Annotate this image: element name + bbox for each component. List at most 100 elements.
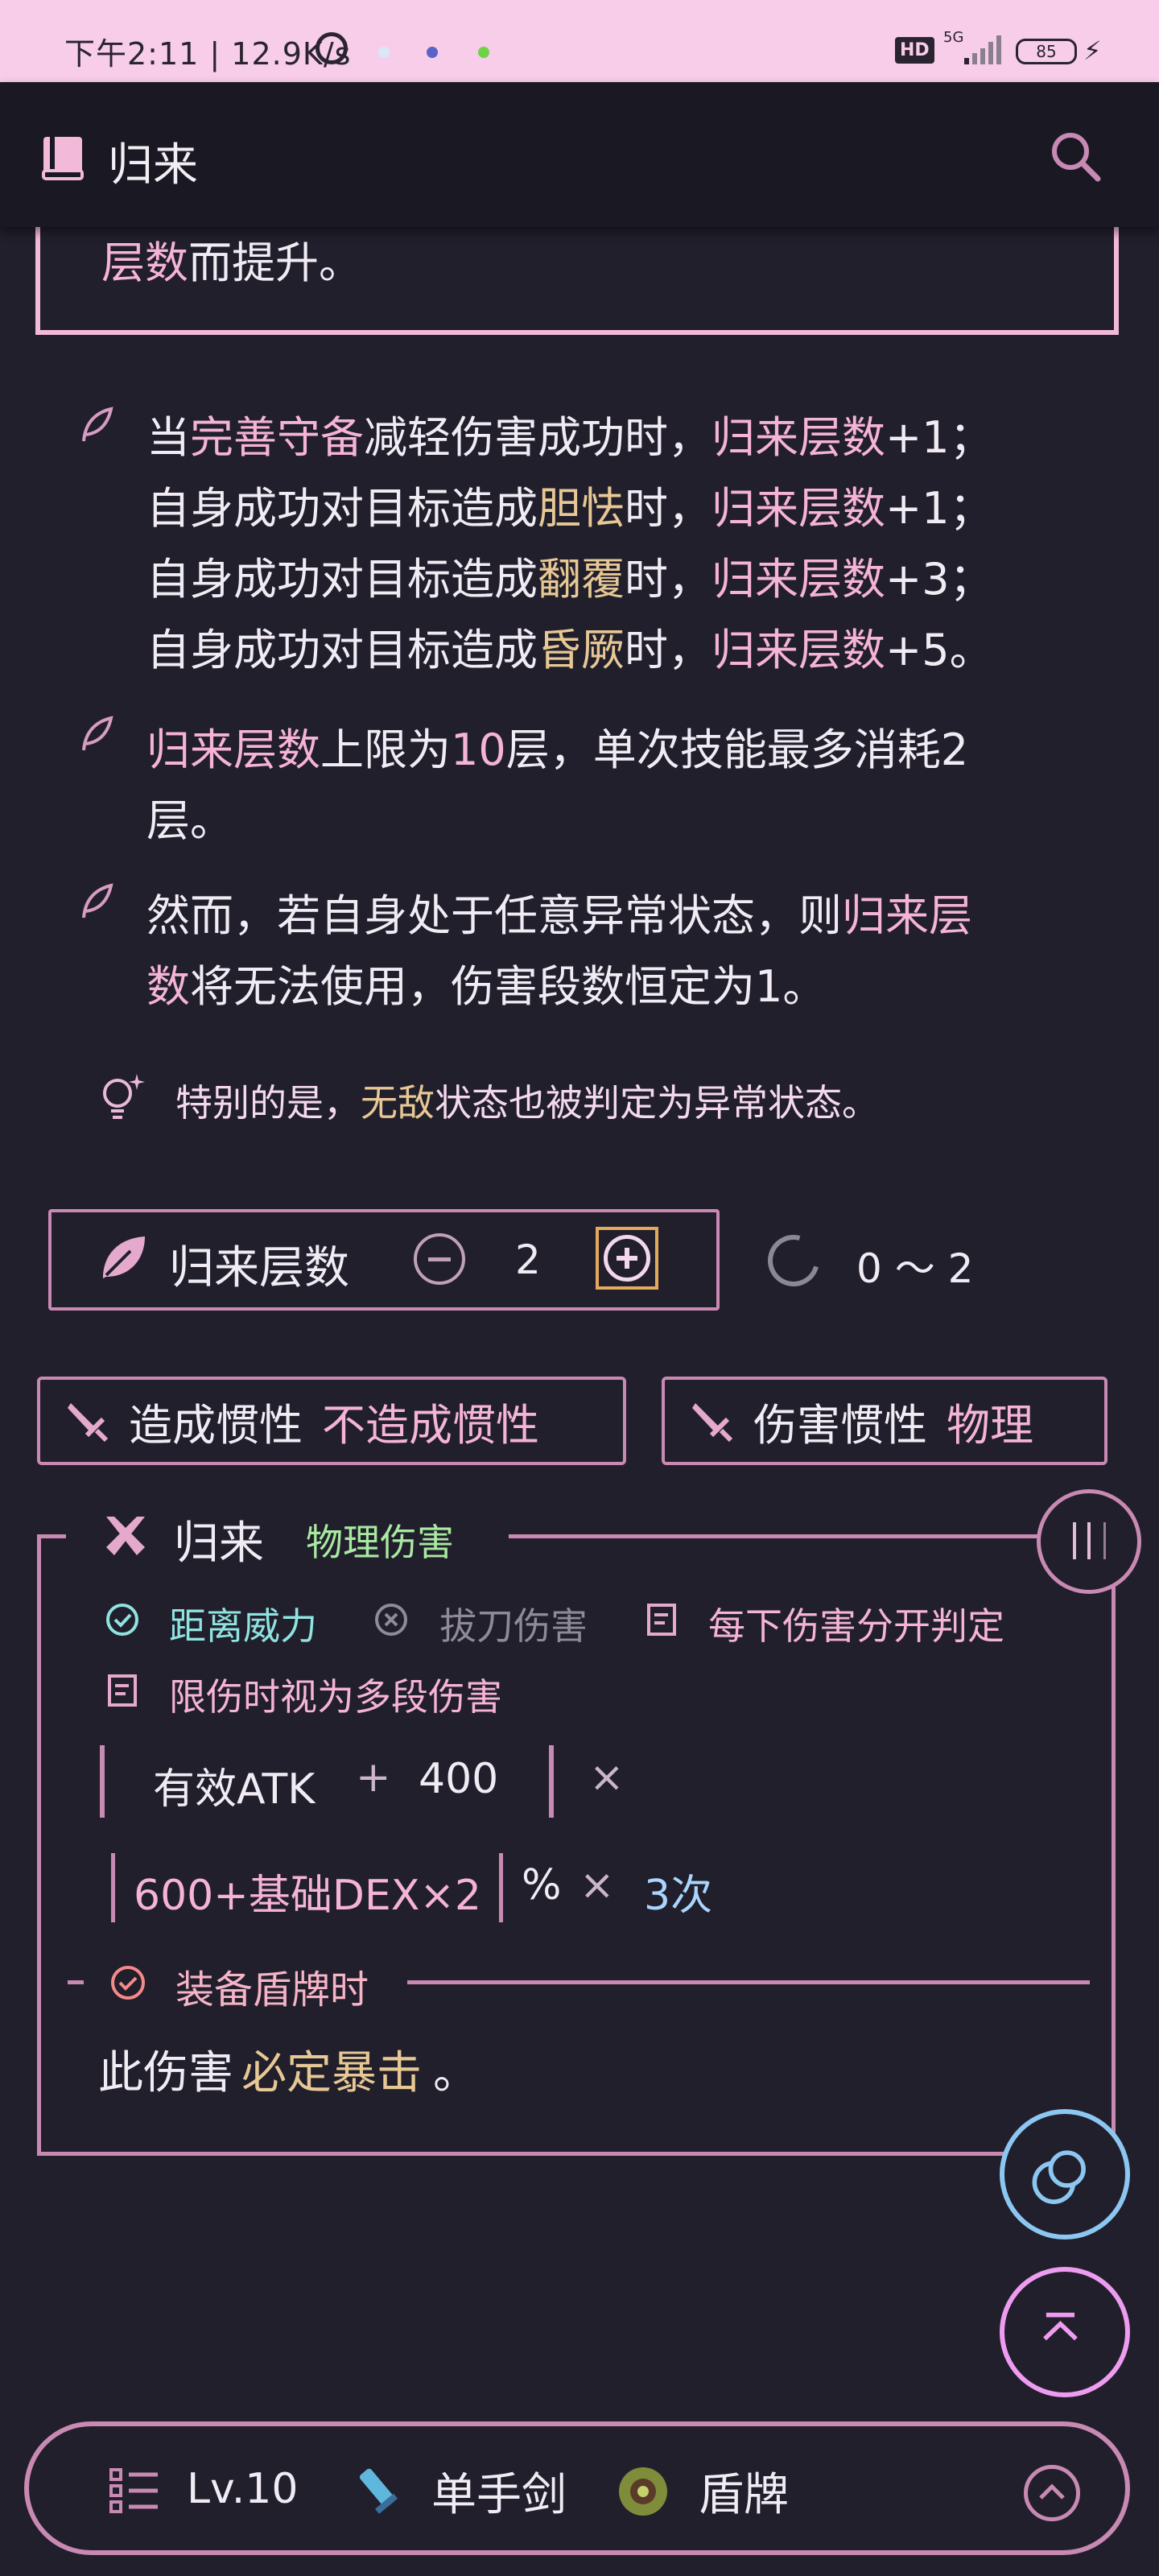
stack-range: 0 ～ 2 bbox=[856, 1245, 974, 1292]
list-icon[interactable] bbox=[109, 2468, 159, 2513]
sword-icon bbox=[692, 1403, 733, 1443]
divider bbox=[407, 1980, 1090, 1984]
damage-inertia-value: 物理 bbox=[947, 1399, 1033, 1451]
sub-weapon[interactable]: 盾牌 bbox=[699, 2458, 789, 2524]
rule-segment: +1； bbox=[885, 412, 993, 463]
rule-segment: 减轻伤害成功时， bbox=[364, 412, 711, 463]
alarm-icon bbox=[316, 32, 348, 64]
rule-paragraph: 归来层数上限为10层，单次技能最多消耗2 层。 bbox=[146, 715, 1112, 857]
rule-segment: 完善守备 bbox=[190, 412, 364, 463]
divider bbox=[37, 1534, 66, 1538]
rule-line: 自身成功对目标造成翻覆时，归来层数+3； bbox=[146, 544, 1112, 615]
increment-button[interactable] bbox=[596, 1227, 658, 1290]
hd-badge: HD bbox=[895, 37, 934, 64]
formula-term: 有效ATK bbox=[153, 1765, 316, 1814]
rule-segment: +5。 bbox=[885, 625, 993, 675]
toggle-view-button[interactable] bbox=[1000, 2109, 1130, 2240]
chevron-up-icon bbox=[1039, 2483, 1065, 2500]
rule-segment: 自身成功对目标造成 bbox=[146, 625, 538, 675]
status-bar: 下午2:11 | 12.9K/s HD 5G 85 ⚡ bbox=[0, 0, 1159, 82]
rule-segment: 自身成功对目标造成 bbox=[146, 483, 538, 534]
rule-segment: 时， bbox=[625, 554, 711, 605]
formula-divider bbox=[499, 1853, 503, 1922]
rule-segment: 归来层 bbox=[842, 890, 972, 941]
inertia-chip[interactable]: 造成惯性 不造成惯性 bbox=[37, 1377, 626, 1465]
book-icon[interactable] bbox=[42, 135, 84, 180]
leaf-icon bbox=[103, 1236, 145, 1278]
rule-paragraph: 然而，若自身处于任意异常状态，则归来层数将无法使用，伤害段数恒定为1。 bbox=[146, 881, 1112, 1022]
decrement-button[interactable] bbox=[414, 1233, 465, 1285]
scroll-top-button[interactable] bbox=[1000, 2267, 1130, 2397]
check-circle-icon[interactable] bbox=[105, 1602, 140, 1637]
formula-divider bbox=[549, 1745, 554, 1818]
formula-divider bbox=[100, 1745, 105, 1818]
check-circle-icon bbox=[111, 1966, 145, 2000]
app-bar: 归来 bbox=[0, 82, 1159, 227]
rule-paragraph: 当完善守备减轻伤害成功时，归来层数+1； 自身成功对目标造成胆怯时，归来层数+1；… bbox=[146, 402, 1112, 686]
one-handed-sword-icon[interactable] bbox=[349, 2462, 410, 2523]
rule-segment: 10 bbox=[451, 724, 506, 775]
rule-segment: 将无法使用，伤害段数恒定为1。 bbox=[190, 961, 827, 1012]
rule-segment: +1； bbox=[885, 483, 993, 534]
card-title: 归来 bbox=[174, 1517, 264, 1570]
formula-divider bbox=[111, 1853, 115, 1922]
rule-segment: 时， bbox=[625, 625, 711, 675]
option-multi: 限伤时视为多段伤害 bbox=[169, 1675, 502, 1719]
shield-icon[interactable] bbox=[613, 2462, 673, 2521]
formula-multiplier: 600+基础DEX×2 bbox=[134, 1872, 481, 1920]
hit-count: 3次 bbox=[644, 1872, 713, 1920]
formula-times: × bbox=[580, 1861, 615, 1909]
document-icon bbox=[108, 1674, 137, 1707]
intro-text: 层数而提升。 bbox=[101, 237, 362, 288]
condition-label: 装备盾牌时 bbox=[175, 1967, 369, 2013]
formula-unit: % bbox=[522, 1861, 562, 1909]
rule-segment: 自身成功对目标造成 bbox=[146, 554, 538, 605]
rule-line: 归来层数上限为10层，单次技能最多消耗2 bbox=[146, 715, 1112, 786]
rule-segment: 当 bbox=[146, 412, 190, 463]
rule-segment: 翻覆 bbox=[538, 554, 625, 605]
condition-text: 此伤害 必定暴击。 bbox=[98, 2047, 478, 2099]
sword-icon bbox=[68, 1403, 109, 1443]
main-weapon[interactable]: 单手剑 bbox=[431, 2458, 567, 2524]
rule-line: 当完善守备减轻伤害成功时，归来层数+1； bbox=[146, 402, 1112, 473]
status-time: 下午2:11 | 12.9K/s bbox=[64, 36, 352, 72]
option-unsheathe[interactable]: 拔刀伤害 bbox=[439, 1597, 588, 1650]
inertia-value: 不造成惯性 bbox=[322, 1399, 539, 1451]
search-icon[interactable] bbox=[1046, 127, 1104, 185]
rule-segment: 归来层数 bbox=[711, 625, 885, 675]
rule-line: 数将无法使用，伤害段数恒定为1。 bbox=[146, 952, 1112, 1022]
page-title: 归来 bbox=[108, 139, 198, 192]
rule-segment: +3； bbox=[885, 554, 993, 605]
notification-icon bbox=[427, 47, 438, 58]
option-distance[interactable]: 距离威力 bbox=[169, 1597, 317, 1650]
progress-ring-icon bbox=[758, 1225, 829, 1296]
expand-button[interactable] bbox=[1024, 2465, 1080, 2521]
rule-segment: 然而，若自身处于任意异常状态，则 bbox=[146, 890, 842, 941]
cross-circle-icon[interactable] bbox=[373, 1602, 409, 1637]
rule-segment: 层，单次技能最多消耗2 bbox=[505, 724, 969, 775]
charging-icon: ⚡ bbox=[1083, 35, 1102, 66]
leaf-bullet-icon bbox=[82, 883, 113, 919]
document-icon bbox=[647, 1604, 676, 1636]
rule-segment: 归来层数 bbox=[711, 554, 885, 605]
option-separate: 每下伤害分开判定 bbox=[708, 1604, 1004, 1648]
signal-icon bbox=[964, 35, 1001, 64]
crossed-swords-icon bbox=[106, 1517, 145, 1555]
rule-segment: 层。 bbox=[146, 795, 233, 846]
divider bbox=[509, 1534, 1040, 1538]
rule-line: 层。 bbox=[146, 786, 1112, 857]
notification-icon bbox=[478, 47, 489, 58]
damage-inertia-chip[interactable]: 伤害惯性 物理 bbox=[662, 1377, 1107, 1465]
level-label[interactable]: Lv.10 bbox=[187, 2465, 298, 2513]
stack-value: 2 bbox=[515, 1236, 541, 1283]
rule-segment: 时， bbox=[625, 483, 711, 534]
rule-segment: 胆怯 bbox=[538, 483, 625, 534]
leaf-bullet-icon bbox=[82, 407, 113, 442]
split-view-button[interactable] bbox=[1037, 1489, 1141, 1594]
formula-plus: + bbox=[356, 1753, 391, 1802]
notification-icon bbox=[378, 47, 390, 58]
divider bbox=[68, 1980, 84, 1984]
leaf-bullet-icon bbox=[82, 716, 113, 751]
inertia-label: 造成惯性 bbox=[129, 1399, 303, 1451]
bottom-bar: Lv.10 单手剑 盾牌 bbox=[24, 2421, 1130, 2555]
